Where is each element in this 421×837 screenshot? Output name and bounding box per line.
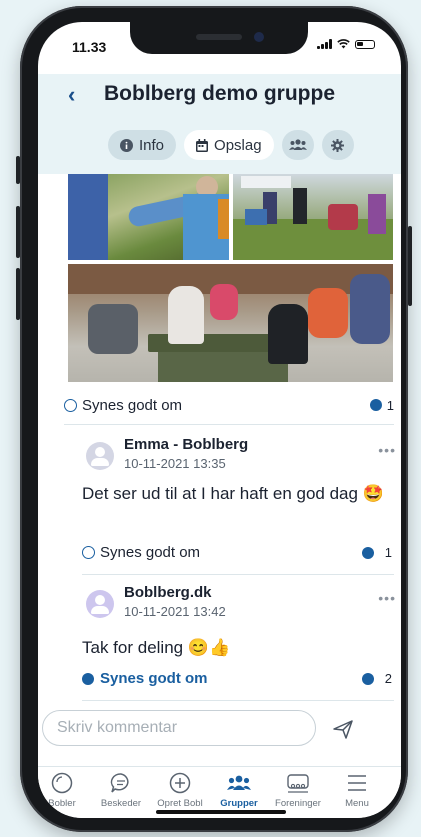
phone-screen: 11.33 ‹ Boblberg demo gruppe Info Opslag… [38,22,401,818]
group-tabs: Info Opslag [108,130,354,160]
tab-members[interactable] [281,130,314,160]
tab-opslag[interactable]: Opslag [184,130,274,160]
tabbar-item-opret-bobl[interactable]: Opret Bobl [150,771,210,809]
divider [82,700,394,701]
avatar[interactable] [86,442,114,470]
group-header: ‹ Boblberg demo gruppe Info Opslag [38,74,401,174]
comment-like-count-value: 2 [384,671,392,686]
chevron-left-icon[interactable]: ‹ [68,82,75,108]
group-title: Boblberg demo gruppe [104,82,335,105]
comment-author[interactable]: Boblberg.dk [124,584,212,601]
camera [254,32,264,42]
comment-like-count: 1 [361,545,392,560]
comment-like-row: Synes godt om 1 [82,544,392,561]
tab-info[interactable]: Info [108,130,177,160]
menu-icon [348,775,366,791]
tabbar-item-beskeder[interactable]: Beskeder [91,771,151,809]
side-button [408,226,412,306]
divider [64,424,394,425]
gear-icon [331,138,345,152]
calendar-icon [196,138,209,152]
speaker [196,34,242,40]
send-icon[interactable] [332,718,354,740]
comment: Boblberg.dk 10-11-2021 13:42 ••• Tak for… [82,584,396,694]
tab-info-label: Info [139,136,165,154]
tab-opslag-label: Opslag [214,136,262,154]
tabbar-item-menu[interactable]: Menu [327,771,387,809]
tabbar-item-grupper[interactable]: Grupper [209,771,269,809]
side-button [16,206,20,258]
comment-date: 10-11-2021 13:42 [124,604,226,619]
comment-like-count: 2 [361,671,392,686]
post-photo[interactable] [68,264,393,382]
tabbar-label: Opret Bobl [157,798,203,809]
more-options-icon[interactable]: ••• [378,590,396,606]
comment-date: 10-11-2021 13:35 [124,456,226,471]
associations-icon [287,774,309,793]
comment-like-row: Synes godt om 2 [82,670,392,687]
home-indicator [156,810,286,814]
comment-input[interactable] [42,710,316,746]
like-count-icon [369,399,382,411]
comment-author[interactable]: Emma - Boblberg [124,436,248,453]
post-like-label[interactable]: Synes godt om [82,397,182,414]
like-icon[interactable] [64,398,77,412]
wifi-icon [337,39,350,49]
tabbar-item-foreninger[interactable]: Foreninger [268,771,328,809]
liked-icon[interactable] [82,672,94,685]
tabbar-label: Menu [345,798,369,809]
status-icons [317,39,375,49]
post-like-count: 1 [369,397,394,413]
battery-icon [355,39,375,49]
post-like-count-value: 1 [386,397,394,413]
comment-like-label[interactable]: Synes godt om [100,670,208,687]
chat-icon [110,773,129,793]
more-options-icon[interactable]: ••• [378,442,396,458]
tab-settings[interactable] [321,130,354,160]
members-icon [288,139,307,150]
status-time: 11.33 [72,39,107,55]
tabbar-label: Grupper [220,798,258,809]
comment: Emma - Boblberg 10-11-2021 13:35 ••• Det… [82,436,396,576]
avatar[interactable] [86,590,114,618]
divider [82,574,394,575]
post-photo[interactable] [68,174,229,260]
tabbar-label: Beskeder [100,798,142,809]
tabbar-label: Foreninger [275,798,321,809]
comment-text: Det ser ud til at I har haft en god dag … [82,484,384,503]
side-button [16,268,20,320]
like-count-icon [361,672,374,685]
bubble-icon [51,772,73,794]
comment-like-count-value: 1 [384,545,392,560]
post-photos[interactable] [68,174,393,382]
post-photo[interactable] [233,174,393,260]
comment-like-label[interactable]: Synes godt om [100,544,200,561]
comment-composer [42,710,358,746]
info-icon [120,138,133,152]
side-button [16,156,20,184]
comment-text: Tak for deling 😊👍 [82,638,231,657]
post-likes-row: Synes godt om 1 [64,394,394,416]
plus-circle-icon [169,772,191,794]
group-icon [227,775,251,790]
like-icon[interactable] [82,546,95,559]
signal-icon [317,39,332,49]
like-count-icon [361,546,374,559]
tabbar-label: Bobler [48,798,76,809]
tabbar-item-bobler[interactable]: Bobler [38,771,92,809]
notch [130,22,308,54]
